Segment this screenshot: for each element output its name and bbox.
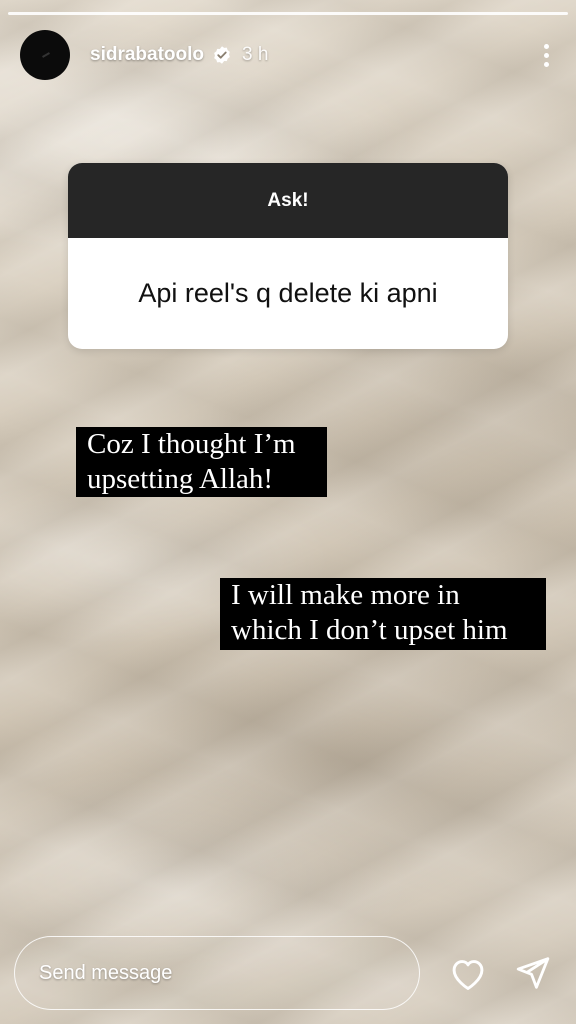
story-footer: Send message [14, 935, 556, 1011]
story-caption: Coz I thought I’m upsetting Allah! [76, 427, 327, 497]
avatar[interactable] [20, 30, 70, 80]
send-message-input[interactable]: Send message [14, 936, 420, 1010]
story-progress-bar [8, 12, 568, 15]
send-icon[interactable] [510, 951, 554, 995]
username[interactable]: sidrabatoolo [90, 44, 204, 66]
story-progress-segment [8, 12, 568, 15]
send-message-placeholder: Send message [39, 961, 173, 984]
story-caption: I will make more in which I don’t upset … [220, 578, 546, 650]
story-background-photo [0, 0, 576, 1024]
post-time: 3 h [242, 44, 269, 65]
more-vertical-icon[interactable] [536, 40, 556, 70]
story-header: sidrabatoolo 3 h [20, 30, 556, 80]
question-sticker[interactable]: Ask! Api reel's q delete ki apni [68, 163, 508, 349]
verified-badge-icon [214, 46, 230, 64]
heart-icon[interactable] [446, 951, 490, 995]
question-sticker-header: Ask! [68, 163, 508, 238]
question-text: Api reel's q delete ki apni [138, 278, 438, 308]
